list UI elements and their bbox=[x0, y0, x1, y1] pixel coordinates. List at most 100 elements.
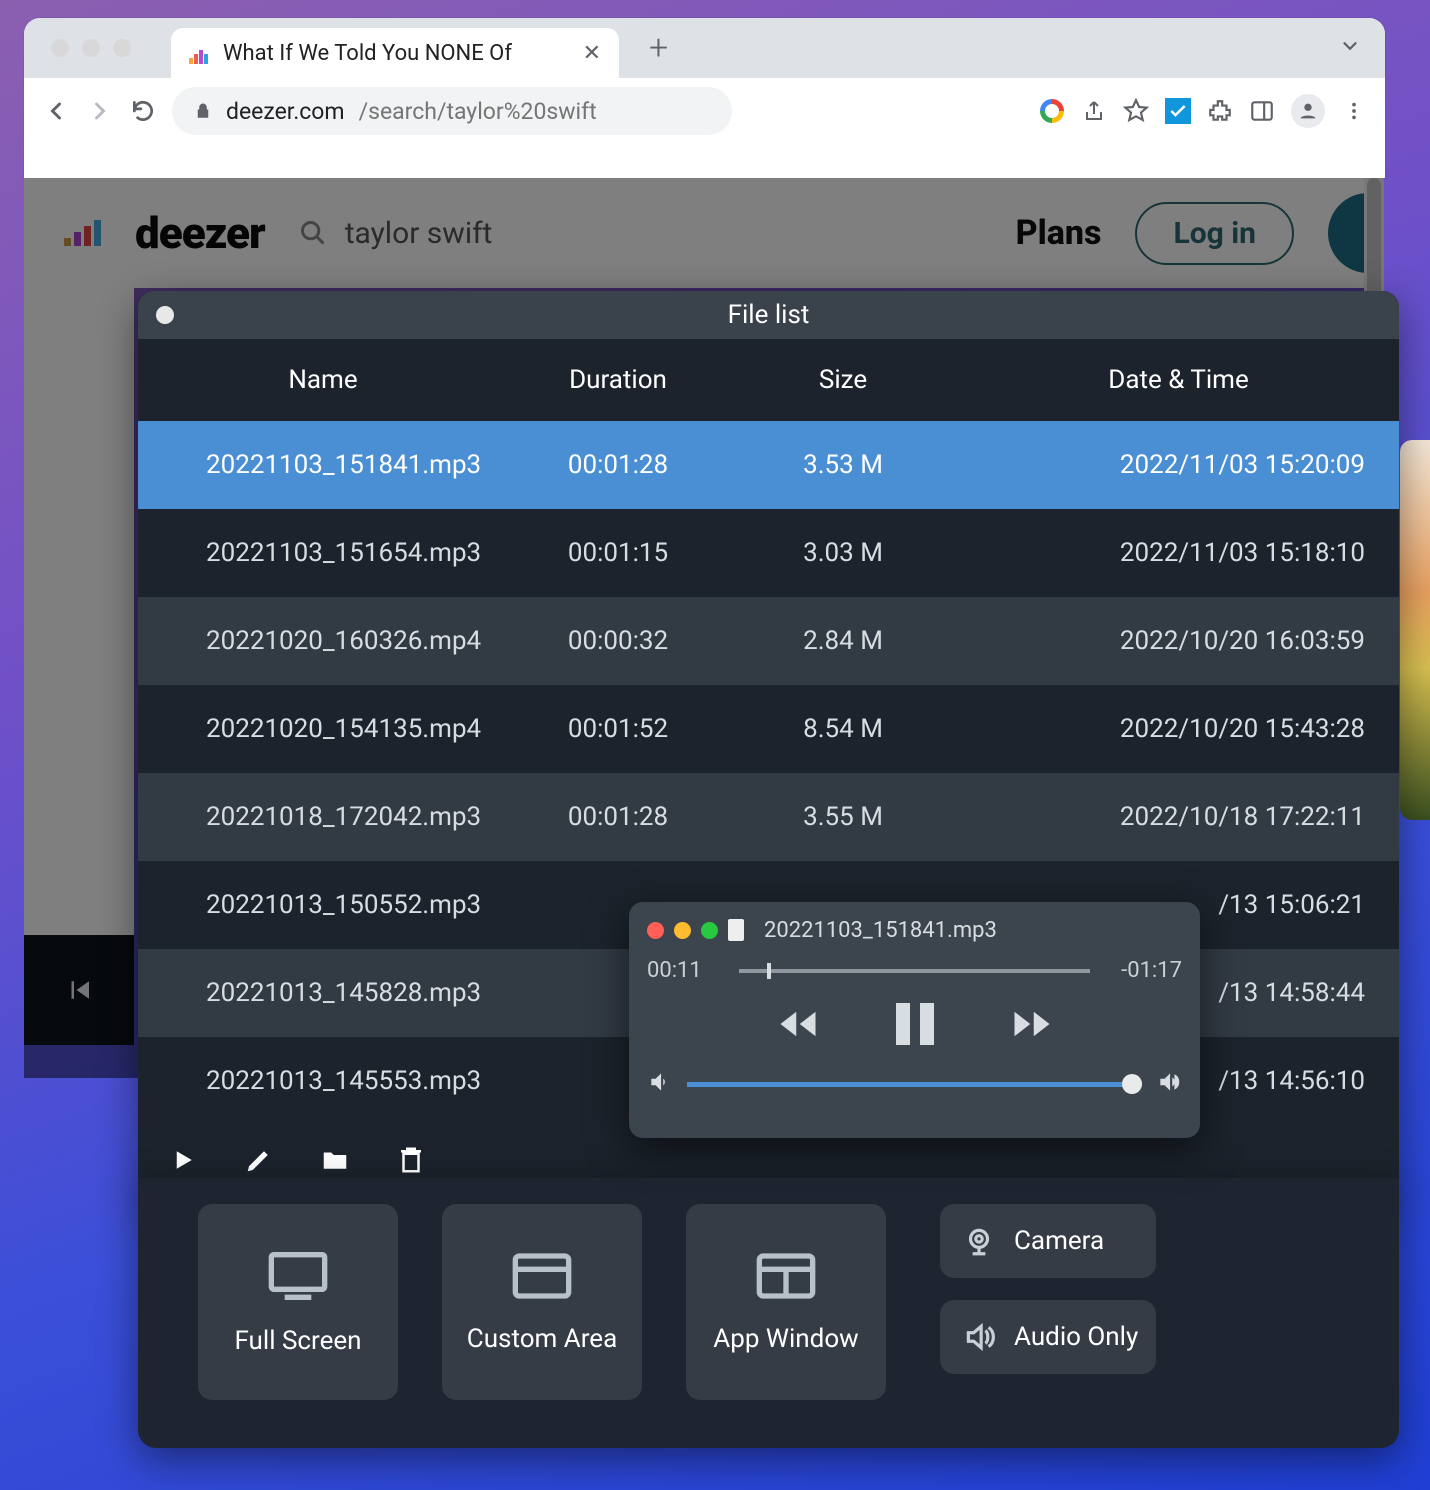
cell-name: 20221020_154135.mp4 bbox=[138, 714, 508, 744]
bookmark-star-icon[interactable] bbox=[1123, 98, 1149, 124]
pause-button[interactable] bbox=[896, 1003, 934, 1049]
cell-name: 20221013_145553.mp3 bbox=[138, 1066, 508, 1096]
custom-area-tile[interactable]: Custom Area bbox=[442, 1204, 642, 1400]
cell-name: 20221020_160326.mp4 bbox=[138, 626, 508, 656]
desktop-wallpaper-peek bbox=[1400, 440, 1430, 820]
volume-high-icon[interactable] bbox=[1156, 1069, 1182, 1099]
volume-knob[interactable] bbox=[1122, 1074, 1142, 1094]
col-datetime[interactable]: Date & Time bbox=[958, 365, 1399, 395]
cell-name: 20221103_151841.mp3 bbox=[138, 450, 508, 480]
file-list-header: Name Duration Size Date & Time bbox=[138, 339, 1399, 421]
app-window-tile[interactable]: App Window bbox=[686, 1204, 886, 1400]
player-minimize[interactable] bbox=[674, 922, 691, 939]
cell-datetime: 2022/10/20 16:03:59 bbox=[958, 626, 1399, 656]
recorder-panel: Full Screen Custom Area App Window Camer… bbox=[138, 1178, 1399, 1448]
address-bar[interactable]: deezer.com/search/taylor%20swift bbox=[172, 87, 732, 135]
nav-forward-icon[interactable] bbox=[86, 97, 114, 125]
traffic-maximize[interactable] bbox=[113, 39, 131, 57]
tile-label: Camera bbox=[1014, 1226, 1104, 1256]
tab-favicon bbox=[189, 42, 211, 64]
cell-datetime: 2022/11/03 15:20:09 bbox=[958, 450, 1399, 480]
url-path: /search/taylor%20swift bbox=[359, 98, 597, 125]
share-icon[interactable] bbox=[1081, 98, 1107, 124]
cell-size: 2.84 M bbox=[728, 626, 958, 656]
cell-duration: 00:01:28 bbox=[508, 450, 728, 480]
cell-name: 20221013_145828.mp3 bbox=[138, 978, 508, 1008]
camera-tile[interactable]: Camera bbox=[940, 1204, 1156, 1278]
rewind-button[interactable] bbox=[776, 1003, 820, 1049]
player-filename: 20221103_151841.mp3 bbox=[764, 918, 997, 943]
audio-only-tile[interactable]: Audio Only bbox=[940, 1300, 1156, 1374]
file-row[interactable]: 20221018_172042.mp300:01:283.55 M2022/10… bbox=[138, 773, 1399, 861]
traffic-close[interactable] bbox=[51, 39, 69, 57]
progress-track[interactable] bbox=[739, 969, 1090, 973]
tile-label: App Window bbox=[713, 1324, 858, 1354]
extensions-icon[interactable] bbox=[1207, 98, 1233, 124]
file-list-title: File list bbox=[728, 300, 810, 330]
delete-button[interactable] bbox=[396, 1145, 426, 1179]
cell-duration: 00:01:28 bbox=[508, 802, 728, 832]
edit-button[interactable] bbox=[244, 1145, 274, 1179]
elapsed-time: 00:11 bbox=[647, 958, 723, 983]
file-list-titlebar[interactable]: File list bbox=[138, 291, 1399, 339]
volume-track[interactable] bbox=[687, 1082, 1142, 1087]
browser-tab[interactable]: What If We Told You NONE Of ✕ bbox=[171, 28, 619, 78]
file-row[interactable]: 20221103_151841.mp300:01:283.53 M2022/11… bbox=[138, 421, 1399, 509]
cell-name: 20221018_172042.mp3 bbox=[138, 802, 508, 832]
file-row[interactable]: 20221103_151654.mp300:01:153.03 M2022/11… bbox=[138, 509, 1399, 597]
player-titlebar[interactable]: 20221103_151841.mp3 bbox=[647, 912, 1182, 948]
player-progress: 00:11 -01:17 bbox=[647, 958, 1182, 983]
progress-knob[interactable] bbox=[767, 963, 771, 979]
todoist-extension-icon[interactable] bbox=[1165, 98, 1191, 124]
cell-size: 3.53 M bbox=[728, 450, 958, 480]
file-icon bbox=[728, 919, 744, 941]
tab-close-icon[interactable]: ✕ bbox=[583, 41, 601, 66]
cell-name: 20221103_151654.mp3 bbox=[138, 538, 508, 568]
window-controls bbox=[24, 39, 131, 57]
forward-button[interactable] bbox=[1010, 1003, 1054, 1049]
cell-datetime: 2022/10/18 17:22:11 bbox=[958, 802, 1399, 832]
file-row[interactable]: 20221020_160326.mp400:00:322.84 M2022/10… bbox=[138, 597, 1399, 685]
tabs-dropdown-icon[interactable] bbox=[1339, 35, 1361, 61]
cell-size: 3.55 M bbox=[728, 802, 958, 832]
url-host: deezer.com bbox=[226, 98, 345, 125]
file-row[interactable]: 20221020_154135.mp400:01:528.54 M2022/10… bbox=[138, 685, 1399, 773]
folder-button[interactable] bbox=[320, 1145, 350, 1179]
cell-size: 8.54 M bbox=[728, 714, 958, 744]
cell-name: 20221013_150552.mp3 bbox=[138, 890, 508, 920]
cell-duration: 00:00:32 bbox=[508, 626, 728, 656]
player-close[interactable] bbox=[647, 922, 664, 939]
traffic-minimize[interactable] bbox=[82, 39, 100, 57]
remaining-time: -01:17 bbox=[1106, 958, 1182, 983]
browser-tabstrip: What If We Told You NONE Of ✕ + bbox=[24, 18, 1385, 78]
tile-label: Custom Area bbox=[467, 1324, 617, 1354]
play-button[interactable] bbox=[168, 1145, 198, 1179]
browser-toolbar: deezer.com/search/taylor%20swift bbox=[24, 78, 1385, 144]
col-size[interactable]: Size bbox=[728, 365, 958, 395]
col-duration[interactable]: Duration bbox=[508, 365, 728, 395]
tile-label: Audio Only bbox=[1014, 1322, 1138, 1352]
browser-window: What If We Told You NONE Of ✕ + deezer.c… bbox=[24, 18, 1385, 178]
tile-label: Full Screen bbox=[234, 1326, 361, 1356]
sidepanel-icon[interactable] bbox=[1249, 98, 1275, 124]
player-maximize[interactable] bbox=[701, 922, 718, 939]
cell-datetime: 2022/10/20 15:43:28 bbox=[958, 714, 1399, 744]
player-volume bbox=[647, 1069, 1182, 1099]
lock-icon bbox=[194, 102, 212, 120]
col-name[interactable]: Name bbox=[138, 365, 508, 395]
profile-avatar[interactable] bbox=[1291, 94, 1325, 128]
volume-low-icon[interactable] bbox=[647, 1069, 673, 1099]
audio-player-window: 20221103_151841.mp3 00:11 -01:17 bbox=[629, 902, 1200, 1138]
full-screen-tile[interactable]: Full Screen bbox=[198, 1204, 398, 1400]
browser-menu-icon[interactable] bbox=[1341, 98, 1367, 124]
tab-title: What If We Told You NONE Of bbox=[223, 41, 512, 66]
cell-duration: 00:01:52 bbox=[508, 714, 728, 744]
player-controls bbox=[647, 1003, 1182, 1049]
nav-back-icon[interactable] bbox=[42, 97, 70, 125]
nav-reload-icon[interactable] bbox=[130, 98, 156, 124]
cell-size: 3.03 M bbox=[728, 538, 958, 568]
google-search-icon[interactable] bbox=[1039, 98, 1065, 124]
cell-datetime: 2022/11/03 15:18:10 bbox=[958, 538, 1399, 568]
window-close-dot[interactable] bbox=[156, 306, 174, 324]
cell-duration: 00:01:15 bbox=[508, 538, 728, 568]
